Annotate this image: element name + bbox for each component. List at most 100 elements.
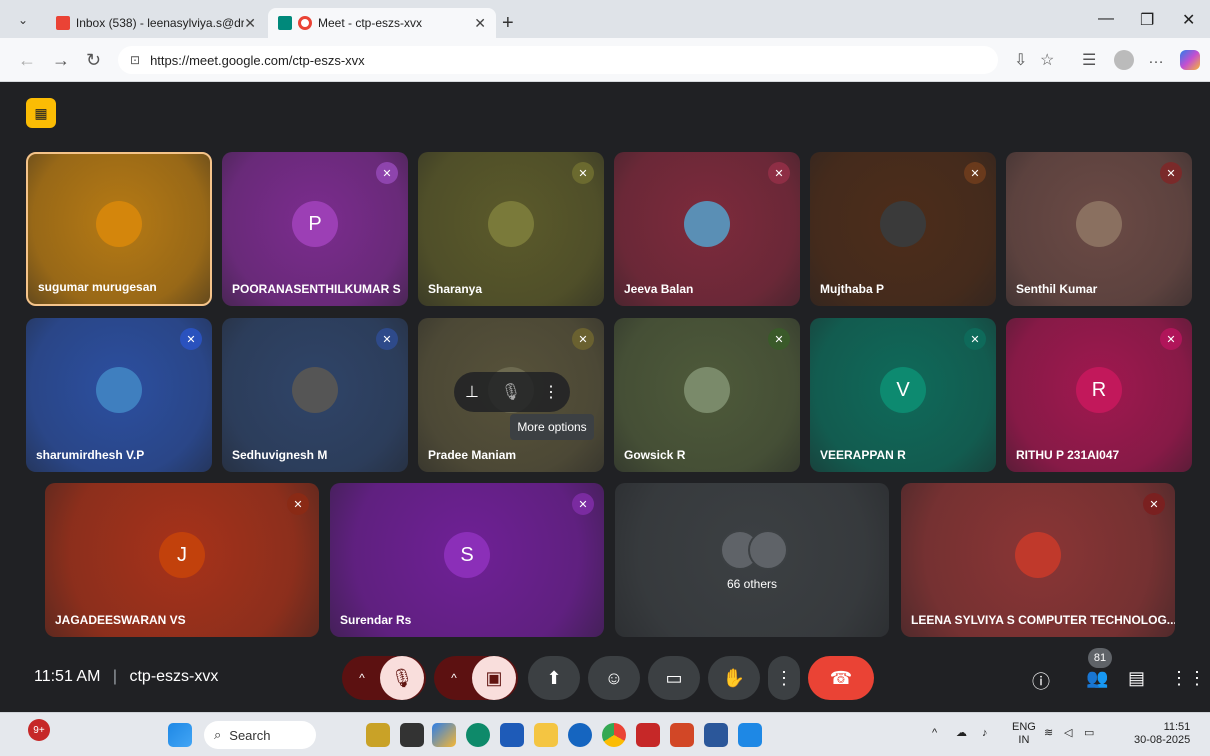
people-icon[interactable]: 👥 — [1086, 668, 1108, 689]
meeting-code: ctp-eszs-xvx — [129, 668, 219, 685]
store-icon[interactable] — [500, 723, 524, 747]
new-tab-icon[interactable]: + — [502, 12, 514, 35]
close-tab-icon[interactable]: ✕ — [244, 15, 256, 32]
more-options-button[interactable]: ⋮ — [768, 656, 800, 700]
restore-icon[interactable]: ❐ — [1140, 10, 1154, 30]
back-icon[interactable]: ← — [18, 50, 36, 71]
taskbar-date: 30-08-2025 — [1134, 734, 1191, 746]
start-icon[interactable] — [168, 723, 192, 747]
participant-name: RITHU P 231AI047 — [1016, 448, 1120, 462]
avatar — [1076, 201, 1122, 247]
reload-icon[interactable]: ↻ — [86, 50, 101, 71]
divider: | — [112, 668, 118, 685]
participant-tile[interactable]: sugumar murugesan — [26, 152, 212, 306]
captions-button[interactable]: ▭ — [648, 656, 700, 700]
copilot-taskbar-icon[interactable] — [432, 723, 456, 747]
participant-tile[interactable]: S ✕ Surendar Rs — [330, 483, 604, 637]
emoji-icon: ☺ — [604, 667, 624, 688]
participant-tile[interactable]: ✕ sharumirdhesh V.P — [26, 318, 212, 472]
more-options-icon[interactable]: ⋮ — [543, 382, 559, 402]
favorite-star-icon[interactable]: ☆ — [1040, 50, 1054, 70]
participant-name: Sedhuvignesh M — [232, 448, 328, 462]
recording-icon — [298, 16, 312, 30]
battery-icon[interactable]: ▭ — [1084, 727, 1094, 740]
tab-inbox[interactable]: Inbox (538) - leenasylviya.s@drng ✕ — [46, 8, 266, 38]
participant-tile[interactable]: J ✕ JAGADEESWARAN VS — [45, 483, 319, 637]
muted-mic-icon: ✕ — [180, 328, 202, 350]
pin-icon[interactable]: ⊥ — [465, 382, 479, 402]
url-field[interactable]: ⊡ https://meet.google.com/ctp-eszs-xvx — [118, 46, 998, 74]
favorites-icon[interactable]: ☰ — [1082, 50, 1096, 70]
current-time: 11:51 AM — [34, 668, 101, 685]
participant-tile[interactable]: ✕ Gowsick R — [614, 318, 800, 472]
cloud-icon[interactable]: ☁ — [956, 727, 967, 740]
participant-tile[interactable]: ✕ Sedhuvignesh M — [222, 318, 408, 472]
leave-call-button[interactable]: ☎ — [808, 656, 874, 700]
powerpoint-icon[interactable] — [670, 723, 694, 747]
browser-tab-bar: ⌄ Inbox (538) - leenasylviya.s@drng ✕ Me… — [0, 0, 1210, 38]
muted-mic-icon: ✕ — [376, 162, 398, 184]
photos-icon[interactable] — [738, 723, 762, 747]
edge-icon[interactable] — [466, 723, 490, 747]
participant-tile[interactable]: ✕ LEENA SYLVIYA S COMPUTER TECHNOLOG... — [901, 483, 1175, 637]
copilot-icon[interactable] — [1180, 50, 1200, 70]
tab-list-button[interactable]: ⌄ — [10, 10, 36, 30]
activities-icon[interactable]: ⋮⋮ — [1170, 668, 1206, 689]
participant-tile[interactable]: ✕ Sharanya — [418, 152, 604, 306]
more-menu-icon[interactable]: … — [1148, 50, 1164, 68]
participant-name: sharumirdhesh V.P — [36, 448, 145, 462]
mic-tray-icon[interactable]: ♪ — [982, 727, 988, 740]
audio-options-icon[interactable]: ^ — [344, 671, 380, 685]
avatar — [684, 201, 730, 247]
app-icon-1[interactable] — [366, 723, 390, 747]
muted-mic-icon: ✕ — [768, 162, 790, 184]
hp-icon[interactable] — [568, 723, 592, 747]
search-label: Search — [229, 727, 271, 743]
clock[interactable]: 11:51 30-08-2025 — [1134, 721, 1190, 747]
tab-meet[interactable]: Meet - ctp-eszs-xvx ✕ — [268, 8, 496, 38]
volume-icon[interactable]: ◁ — [1064, 727, 1072, 740]
avatar: S — [444, 532, 490, 578]
muted-mic-icon: ✕ — [768, 328, 790, 350]
avatar — [96, 201, 142, 247]
participant-tile[interactable]: ✕ Jeeva Balan — [614, 152, 800, 306]
avatar — [684, 367, 730, 413]
others-avatars — [720, 530, 788, 570]
video-options-icon[interactable]: ^ — [436, 671, 472, 685]
mic-off-icon[interactable]: 🎙 — [380, 656, 424, 700]
task-view-icon[interactable] — [400, 723, 424, 747]
close-tab-icon[interactable]: ✕ — [474, 15, 486, 32]
file-explorer-icon[interactable] — [534, 723, 558, 747]
mcafee-icon[interactable] — [636, 723, 660, 747]
participant-tile[interactable]: 66 others — [615, 483, 889, 637]
mic-permission-icon[interactable]: ⇩ — [1014, 50, 1027, 70]
language: ENG — [1012, 721, 1036, 733]
participant-tile[interactable]: ✕ Mujthaba P — [810, 152, 996, 306]
reactions-button[interactable]: ☺ — [588, 656, 640, 700]
chrome-icon[interactable] — [602, 723, 626, 747]
participant-tile[interactable]: ✕ Senthil Kumar — [1006, 152, 1192, 306]
participant-tile[interactable]: R ✕ RITHU P 231AI047 — [1006, 318, 1192, 472]
camera-off-badge-icon[interactable]: ▦ — [26, 98, 56, 128]
wifi-icon[interactable]: ≋ — [1044, 727, 1053, 740]
word-icon[interactable] — [704, 723, 728, 747]
participant-tile[interactable]: P ✕ POORANASENTHILKUMAR S — [222, 152, 408, 306]
present-button[interactable]: ⬆ — [528, 656, 580, 700]
close-window-icon[interactable]: ✕ — [1182, 10, 1195, 30]
hand-icon: ✋ — [722, 667, 746, 688]
camera-off-icon[interactable]: ▣ — [472, 656, 516, 700]
others-count: 66 others — [726, 577, 778, 591]
language-indicator[interactable]: ENG IN — [1012, 721, 1036, 747]
info-icon[interactable]: ⓘ — [1032, 668, 1050, 694]
site-info-icon[interactable]: ⊡ — [130, 53, 140, 67]
forward-icon[interactable]: → — [52, 50, 70, 71]
tray-overflow-icon[interactable]: ^ — [932, 727, 937, 740]
raise-hand-button[interactable]: ✋ — [708, 656, 760, 700]
profile-icon[interactable] — [1114, 50, 1134, 70]
chat-icon[interactable]: ▤ — [1128, 668, 1145, 689]
minimize-icon[interactable]: — — [1098, 10, 1114, 28]
participant-tile[interactable]: V ✕ VEERAPPAN R — [810, 318, 996, 472]
notification-badge[interactable]: 9+ — [28, 719, 50, 741]
taskbar-search[interactable]: ⌕ Search — [204, 721, 316, 749]
mute-icon[interactable]: 🎙 — [501, 382, 521, 402]
